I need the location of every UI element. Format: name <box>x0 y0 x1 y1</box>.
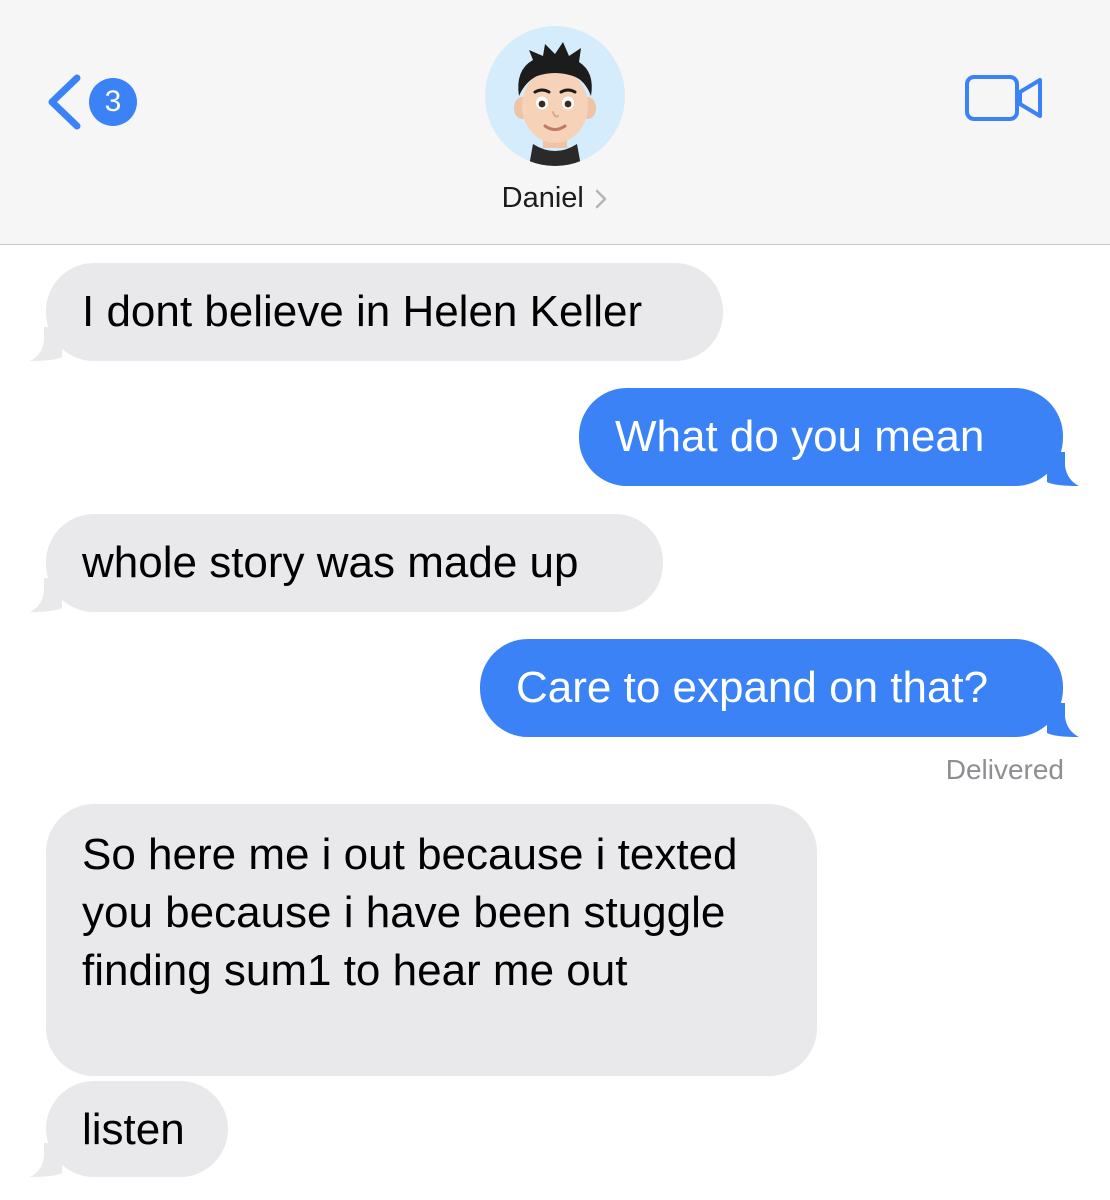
message-text: Care to expand on that? <box>516 663 989 712</box>
message-bubble-incoming[interactable]: whole story was made up <box>30 514 663 612</box>
bubble-tail <box>1047 452 1079 486</box>
bubble-tail <box>30 1143 62 1177</box>
message-bubble-outgoing[interactable]: Care to expand on that? <box>480 639 1079 737</box>
memoji-avatar-icon <box>514 42 596 166</box>
contact-avatar[interactable] <box>485 26 625 166</box>
message-bubble-outgoing[interactable]: What do you mean <box>579 388 1079 486</box>
video-call-button[interactable] <box>964 72 1044 124</box>
back-button[interactable]: 3 <box>44 72 154 132</box>
video-camera-icon <box>965 75 1042 121</box>
chevron-right-icon <box>596 189 607 208</box>
unread-count-badge: 3 <box>89 78 137 126</box>
conversation-header: 3 Daniel <box>0 0 1110 245</box>
bubble-tail <box>30 578 62 612</box>
chevron-left-icon <box>48 74 81 130</box>
contact-name: Daniel <box>501 182 584 214</box>
bubble-tail <box>30 327 62 361</box>
message-text: listen <box>82 1105 185 1154</box>
bubble-tail <box>1047 703 1079 737</box>
message-text: I dont believe in Helen Keller <box>82 287 643 336</box>
contact-name-link[interactable]: Daniel <box>0 182 1110 215</box>
delivered-status: Delivered <box>945 754 1064 785</box>
message-text: What do you mean <box>615 412 985 461</box>
message-bubble-incoming[interactable]: listen <box>30 1081 228 1177</box>
message-text: So here me i out because i texted you be… <box>82 830 738 995</box>
message-text: whole story was made up <box>82 538 579 587</box>
message-bubble-incoming[interactable]: So here me i out because i texted you be… <box>46 804 817 1076</box>
message-bubble-incoming[interactable]: I dont believe in Helen Keller <box>30 263 723 361</box>
